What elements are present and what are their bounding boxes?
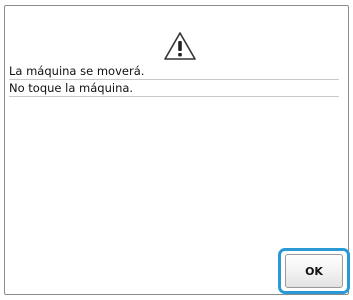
message-line-2: No toque la máquina. (9, 81, 134, 95)
message-divider-2 (9, 96, 339, 97)
ok-button[interactable]: OK (285, 254, 343, 288)
message-line-1: La máquina se moverá. (9, 64, 145, 78)
warning-triangle-icon (164, 32, 196, 60)
